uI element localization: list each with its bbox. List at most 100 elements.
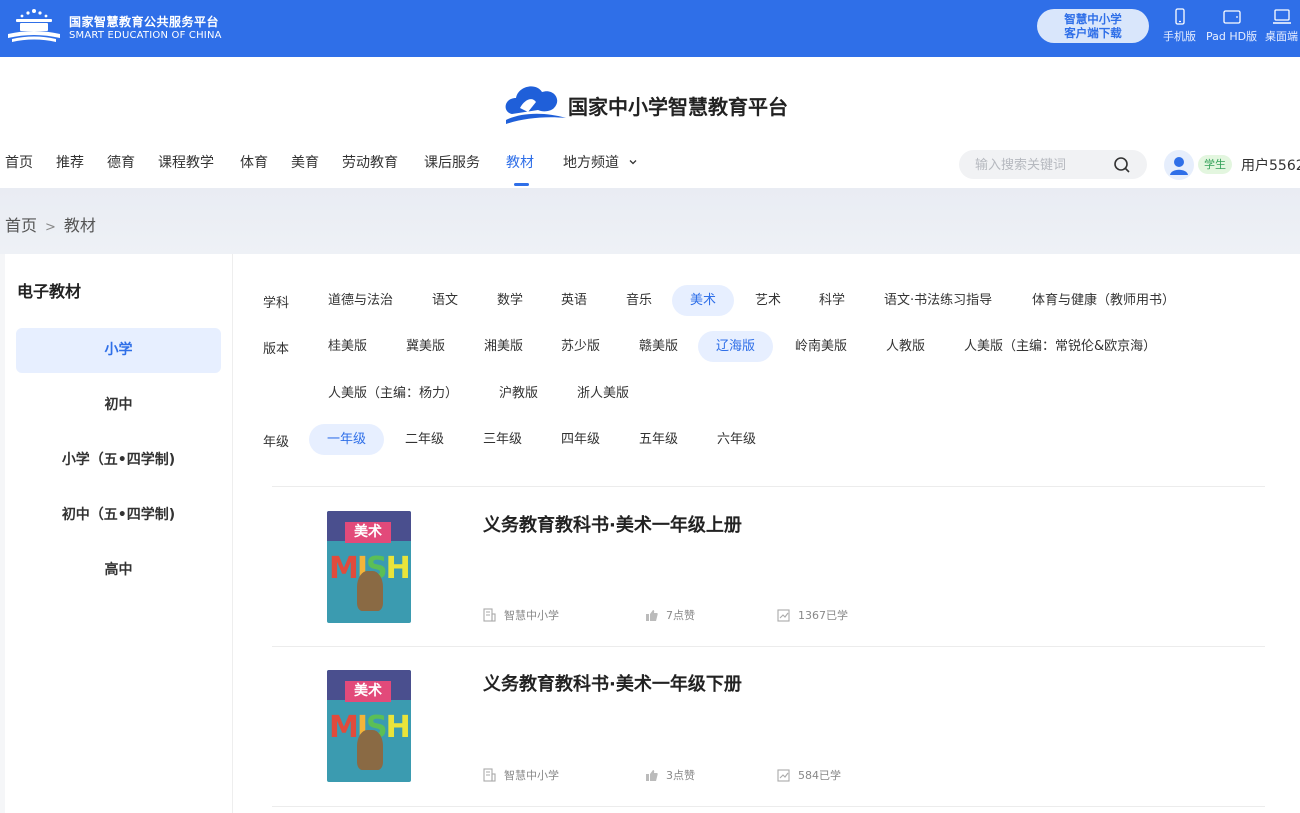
- edition-chip[interactable]: 浙人美版: [559, 378, 647, 409]
- study-icon: [777, 769, 790, 782]
- sidebar: 电子教材 小学 初中 小学（五•四学制) 初中（五•四学制) 高中: [5, 254, 233, 813]
- username[interactable]: 用户5562: [1241, 155, 1300, 175]
- subject-chip[interactable]: 音乐: [608, 285, 670, 316]
- edition-chip[interactable]: 湘美版: [466, 331, 541, 362]
- cover-letter: U: [409, 710, 411, 745]
- desktop-version-label: 桌面端: [1265, 30, 1298, 43]
- cover-letter: M: [329, 710, 359, 745]
- sidebar-item-primary[interactable]: 小学: [16, 328, 221, 373]
- org-name-en: SMART EDUCATION OF CHINA: [69, 30, 222, 41]
- book-item[interactable]: 美术 MISHU 义务教育教科书·美术一年级下册 智慧中小学 3点赞 584已学: [272, 646, 1265, 804]
- edition-filter-label: 版本: [263, 342, 290, 357]
- book-likes: 7点赞: [645, 607, 695, 623]
- top-bar: 国家智慧教育公共服务平台 SMART EDUCATION OF CHINA 智慧…: [0, 0, 1300, 57]
- grade-chip-active[interactable]: 一年级: [309, 424, 385, 455]
- download-line2: 客户端下载: [1064, 26, 1122, 40]
- nav-local-channel[interactable]: 地方频道: [563, 152, 638, 172]
- breadcrumb-separator: >: [45, 220, 56, 235]
- edition-chip[interactable]: 沪教版: [481, 378, 556, 409]
- edition-chip[interactable]: 人教版: [868, 331, 943, 362]
- book-publisher-label: 智慧中小学: [504, 769, 559, 782]
- thumbs-up-icon: [646, 770, 658, 781]
- avatar[interactable]: [1164, 150, 1194, 180]
- grade-chip[interactable]: 三年级: [465, 424, 540, 455]
- book-item[interactable]: 美术 MISHU 义务教育教科书·美术一年级上册 智慧中小学 7点赞 1367已…: [272, 487, 1265, 645]
- book-learners-label: 1367已学: [798, 609, 848, 622]
- sidebar-item-junior-54[interactable]: 初中（五•四学制): [16, 493, 221, 538]
- search-icon[interactable]: [1113, 156, 1131, 174]
- edition-chip-active[interactable]: 辽海版: [698, 331, 774, 362]
- smart-education-logo-icon: [8, 9, 60, 42]
- nav-home[interactable]: 首页: [5, 152, 33, 172]
- edition-chip[interactable]: 赣美版: [621, 331, 696, 362]
- edition-chip[interactable]: 苏少版: [543, 331, 618, 362]
- subject-chip[interactable]: 道德与法治: [310, 285, 411, 316]
- nav-sports[interactable]: 体育: [240, 152, 268, 172]
- grade-chip[interactable]: 二年级: [387, 424, 462, 455]
- grade-chip[interactable]: 四年级: [543, 424, 618, 455]
- breadcrumb-current: 教材: [63, 216, 96, 235]
- building-icon: [483, 608, 496, 622]
- subject-chip[interactable]: 体育与健康（教师用书）: [1014, 285, 1193, 316]
- cover-label: 美术: [345, 522, 391, 543]
- sidebar-item-senior[interactable]: 高中: [16, 548, 221, 593]
- nav-courses[interactable]: 课程教学: [158, 152, 214, 172]
- subject-chip-active[interactable]: 美术: [672, 285, 735, 316]
- sidebar-item-primary-54[interactable]: 小学（五•四学制): [16, 438, 221, 483]
- search-input[interactable]: [975, 155, 1115, 175]
- edition-chip[interactable]: 岭南美版: [777, 331, 865, 362]
- nav-after-school[interactable]: 课后服务: [424, 152, 480, 172]
- subject-chip[interactable]: 英语: [543, 285, 605, 316]
- subject-chip[interactable]: 数学: [479, 285, 541, 316]
- nav-recommend[interactable]: 推荐: [56, 152, 84, 172]
- sidebar-item-junior[interactable]: 初中: [16, 383, 221, 428]
- book-title[interactable]: 义务教育教科书·美术一年级上册: [483, 511, 742, 537]
- phone-icon: [1174, 8, 1185, 25]
- platform-logo-icon: [505, 86, 566, 124]
- platform-title: 国家中小学智慧教育平台: [568, 95, 788, 119]
- user-avatar-icon: [1170, 157, 1188, 175]
- grade-chip[interactable]: 五年级: [621, 424, 696, 455]
- nav-labor[interactable]: 劳动教育: [342, 152, 398, 172]
- mobile-version-link[interactable]: 手机版: [1163, 8, 1196, 44]
- nav-textbooks[interactable]: 教材: [506, 152, 534, 172]
- edition-chip[interactable]: 人美版（主编：常锐伦&欧京海）: [946, 331, 1174, 362]
- edition-chip[interactable]: 人美版（主编：杨力）: [310, 378, 476, 409]
- subject-chip[interactable]: 艺术: [737, 285, 799, 316]
- active-nav-indicator: [514, 183, 529, 186]
- nav-local-channel-label: 地方频道: [563, 155, 619, 171]
- org-name-cn: 国家智慧教育公共服务平台: [69, 15, 220, 29]
- subject-chip[interactable]: 语文·书法练习指导: [866, 285, 1010, 316]
- cover-letter: M: [329, 551, 359, 586]
- client-download-button[interactable]: 智慧中小学 客户端下载: [1037, 9, 1149, 43]
- chevron-down-icon: [629, 160, 637, 165]
- book-title[interactable]: 义务教育教科书·美术一年级下册: [483, 670, 742, 696]
- edition-chip[interactable]: 冀美版: [388, 331, 463, 362]
- nav-moral[interactable]: 德育: [107, 152, 135, 172]
- subject-filter-label: 学科: [263, 296, 290, 311]
- book-likes-label: 7点赞: [666, 609, 695, 622]
- cover-letter: H: [385, 710, 411, 745]
- site-header: 国家中小学智慧教育平台 首页 推荐 德育 课程教学 体育 美育 劳动教育 课后服…: [0, 57, 1300, 188]
- cover-figure: [357, 730, 383, 770]
- subject-chip[interactable]: 科学: [801, 285, 863, 316]
- pad-version-link[interactable]: Pad HD版: [1206, 8, 1257, 44]
- mobile-version-label: 手机版: [1163, 30, 1196, 43]
- grade-chip[interactable]: 六年级: [699, 424, 774, 455]
- tablet-icon: [1222, 10, 1241, 24]
- book-cover[interactable]: 美术 MISHU: [327, 670, 411, 782]
- desktop-version-link[interactable]: 桌面端: [1265, 8, 1298, 44]
- book-likes-label: 3点赞: [666, 769, 695, 782]
- subject-chip[interactable]: 语文: [414, 285, 476, 316]
- role-badge: 学生: [1198, 155, 1232, 174]
- book-cover[interactable]: 美术 MISHU: [327, 511, 411, 623]
- brand[interactable]: 国家中小学智慧教育平台: [502, 78, 812, 128]
- breadcrumb-home[interactable]: 首页: [5, 216, 37, 235]
- edition-chip[interactable]: 桂美版: [310, 331, 385, 362]
- cover-letter: U: [409, 551, 411, 586]
- divider: [272, 806, 1265, 807]
- sidebar-title: 电子教材: [17, 282, 82, 301]
- nav-arts[interactable]: 美育: [291, 152, 319, 172]
- book-learners: 1367已学: [777, 607, 848, 623]
- book-learners-label: 584已学: [798, 769, 841, 782]
